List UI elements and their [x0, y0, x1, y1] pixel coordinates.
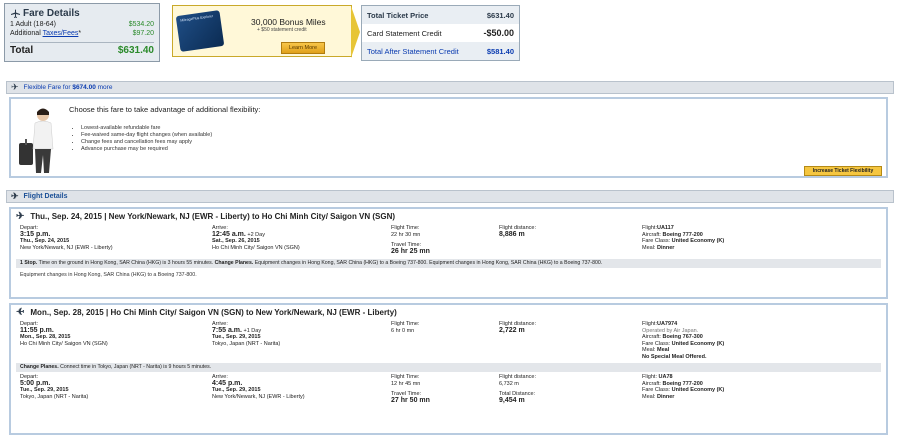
distance-info: Flight distance: 6,732 m Total Distance:…: [499, 374, 536, 404]
credit-card-promo-banner[interactable]: MileagePlus Explorer 30,000 Bonus Miles …: [172, 5, 360, 58]
arrive-info: Arrive: 7:55 a.m. +1 Day Tue., Sep. 29, …: [212, 321, 281, 347]
arrive-info: Arrive: 4:45 p.m. Tue., Sep. 29, 2015 Ne…: [212, 374, 305, 400]
traveler-image: [19, 108, 54, 173]
return-flight-header: ✈ Mon., Sep. 28, 2015 | Ho Chi Minh City…: [16, 306, 397, 318]
list-item: Advance purchase may be required: [81, 146, 212, 153]
taxes-fees-link[interactable]: Taxes/Fees: [43, 30, 79, 37]
flight-time-info: Flight Time: 22 hr 30 mn Travel Time: 26…: [391, 225, 430, 255]
total-ticket-price-row: Total Ticket Price $631.40: [367, 10, 514, 20]
promo-subtext: + $50 statement credit: [257, 27, 307, 33]
flight-time-info: Flight Time: 6 hr 0 mn: [391, 321, 420, 334]
airplane-icon: ✈: [16, 306, 25, 318]
taxes-row: Additional Taxes/Fees* $97.20: [10, 30, 154, 37]
arrive-info: Arrive: 12:45 a.m. +2 Day Sat., Sep. 26,…: [212, 225, 300, 251]
promo-arrow: [351, 6, 360, 58]
airplane-icon: [11, 9, 20, 18]
connection-info-bar: Change Planes. Connect time in Tokyo, Ja…: [16, 363, 881, 372]
promo-headline: 30,000 Bonus Miles: [251, 17, 326, 27]
list-item: Fee-waived same-day flight changes (when…: [81, 132, 212, 139]
statement-credit-row: Card Statement Credit -$50.00: [362, 24, 519, 42]
fare-total-row: Total $631.40: [10, 42, 154, 56]
aircraft-info: Flight:UA117 Aircraft: Boeing 777-200 Fa…: [642, 225, 725, 251]
airplane-icon: ✈: [11, 82, 19, 92]
depart-info: Depart: 11:55 p.m. Mon., Sep. 28, 2015 H…: [20, 321, 108, 347]
increase-flexibility-button[interactable]: Increase Ticket Flexibility: [804, 166, 882, 176]
flight-segment: Depart: 11:55 p.m. Mon., Sep. 28, 2015 H…: [11, 319, 886, 363]
depart-info: Depart: 5:00 p.m. Tue., Sep. 29, 2015 To…: [20, 374, 89, 400]
aircraft-info: Flight:UA7974 Operated by Air Japan. Air…: [642, 321, 725, 360]
flight-segment: Depart: 5:00 p.m. Tue., Sep. 29, 2015 To…: [11, 372, 886, 422]
fare-details-box: Fare Details 1 Adult (18-64) $534.20 Add…: [4, 3, 160, 62]
aircraft-info: Flight: UA78 Aircraft: Boeing 777-200 Fa…: [642, 374, 725, 400]
flex-benefits-list: Lowest-available refundable fare Fee-wai…: [81, 125, 212, 153]
flight-time-info: Flight Time: 12 hr 45 mn Travel Time: 27…: [391, 374, 430, 404]
airplane-icon: ✈: [16, 210, 25, 222]
flex-heading: Choose this fare to take advantage of ad…: [69, 105, 261, 114]
outbound-flight-header: ✈ Thu., Sep. 24, 2015 | New York/Newark,…: [16, 210, 396, 222]
flexible-fare-bar[interactable]: ✈ Flexible Fare for $674.00 more: [6, 81, 894, 94]
return-flight-panel: ✈ Mon., Sep. 28, 2015 | Ho Chi Minh City…: [9, 303, 888, 435]
list-item: Lowest-available refundable fare: [81, 125, 212, 132]
price-summary-box: Total Ticket Price $631.40 Card Statemen…: [361, 5, 520, 61]
outbound-flight-panel: ✈ Thu., Sep. 24, 2015 | New York/Newark,…: [9, 207, 888, 299]
flexible-fare-panel: Choose this fare to take advantage of ad…: [9, 97, 888, 178]
flight-details-bar: ✈ Flight Details: [6, 190, 894, 203]
fare-details-title: Fare Details: [10, 7, 154, 20]
flight-segment: Depart: 3:15 p.m. Thu., Sep. 24, 2015 Ne…: [11, 223, 886, 259]
learn-more-button[interactable]: Learn More: [281, 42, 325, 54]
credit-card-image: MileagePlus Explorer: [175, 10, 225, 52]
equipment-note: Equipment changes in Hong Kong, SAR Chin…: [20, 272, 197, 278]
distance-info: Flight distance: 8,886 m: [499, 225, 536, 238]
adult-fare-row: 1 Adult (18-64) $534.20: [10, 21, 154, 28]
airplane-icon: ✈: [11, 191, 19, 201]
depart-info: Depart: 3:15 p.m. Thu., Sep. 24, 2015 Ne…: [20, 225, 113, 251]
list-item: Change fees and cancellation fees may ap…: [81, 139, 212, 146]
stop-info-bar: 1 Stop. Time on the ground in Hong Kong,…: [16, 259, 881, 268]
total-after-credit-row: Total After Statement Credit $581.40: [367, 46, 514, 56]
distance-info: Flight distance: 2,722 m: [499, 321, 536, 334]
